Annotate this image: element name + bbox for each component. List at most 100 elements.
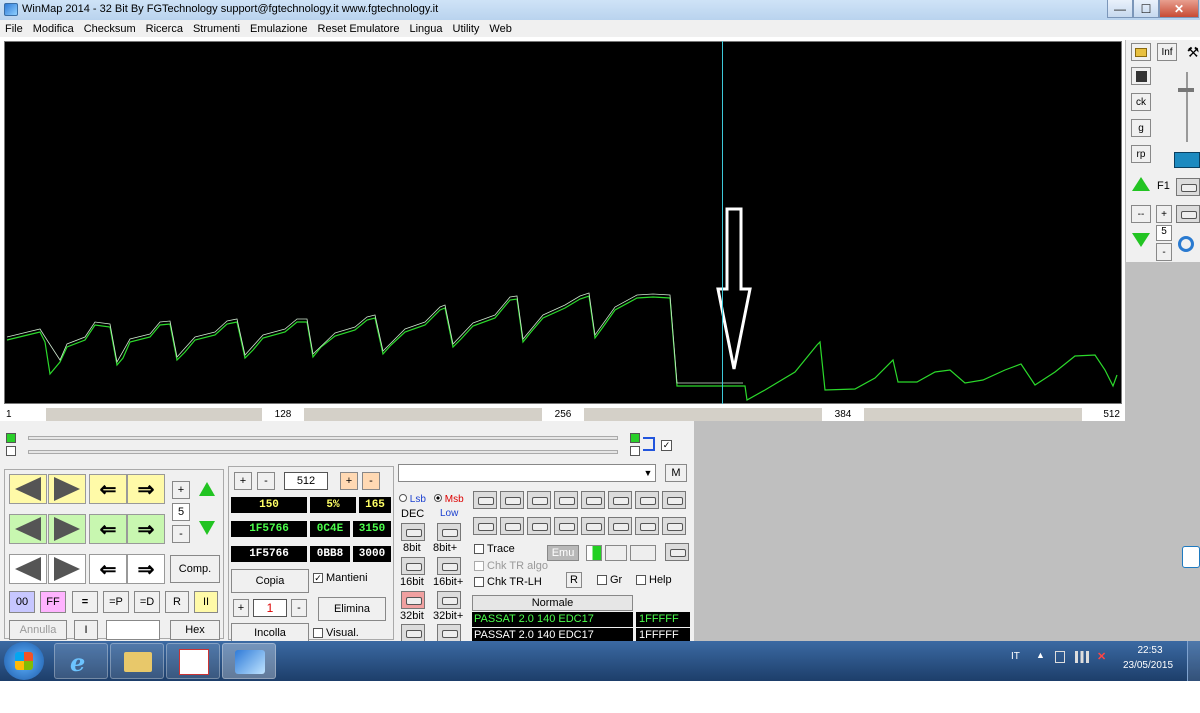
- map-slot-button[interactable]: [581, 517, 605, 535]
- up-triangle-icon[interactable]: [199, 482, 215, 496]
- ck-button[interactable]: ck: [1131, 93, 1151, 111]
- open-folder-button[interactable]: [1131, 43, 1151, 61]
- map-nav-button[interactable]: [1176, 178, 1200, 196]
- file-name-row[interactable]: PASSAT 2.0 140 EDC17: [472, 612, 633, 627]
- keyboard-icon[interactable]: [1174, 152, 1200, 168]
- network-icon[interactable]: [1075, 651, 1089, 663]
- map-slot-button[interactable]: [554, 517, 578, 535]
- shift-left-button[interactable]: ⇐: [89, 474, 127, 504]
- map-slot-button[interactable]: [473, 491, 497, 509]
- offset-field[interactable]: 1: [253, 599, 287, 617]
- link-checkbox[interactable]: ✓: [661, 440, 672, 451]
- menu-checksum[interactable]: Checksum: [79, 23, 141, 35]
- map-slot-button[interactable]: [527, 517, 551, 535]
- trace-checkbox[interactable]: Trace: [474, 543, 515, 555]
- step-field[interactable]: 5: [172, 503, 190, 521]
- vertical-slider[interactable]: [1186, 72, 1188, 142]
- minimize-button[interactable]: —: [1107, 0, 1133, 18]
- map-slot-button[interactable]: [527, 491, 551, 509]
- clock-time[interactable]: 22:53: [1124, 645, 1176, 656]
- save-button[interactable]: [1131, 67, 1151, 85]
- shift-left-green-button[interactable]: ⇐: [89, 514, 127, 544]
- move-right-green-button[interactable]: [48, 514, 86, 544]
- menu-strumenti[interactable]: Strumenti: [188, 23, 245, 35]
- volume-muted-icon[interactable]: ✕: [1097, 650, 1111, 664]
- pause-button[interactable]: II: [194, 591, 218, 613]
- bit-16-button[interactable]: [401, 557, 425, 575]
- map-slot-button[interactable]: [608, 491, 632, 509]
- chk-tr-algo-checkbox[interactable]: Chk TR algo: [474, 560, 548, 572]
- menu-modifica[interactable]: Modifica: [28, 23, 79, 35]
- step-field[interactable]: 5: [1156, 225, 1172, 241]
- m-button[interactable]: M: [665, 464, 687, 482]
- file-name-row[interactable]: PASSAT 2.0 140 EDC17: [472, 628, 633, 641]
- menu-reset-emulatore[interactable]: Reset Emulatore: [313, 23, 405, 35]
- bit-8plus-button[interactable]: [437, 523, 461, 541]
- menu-emulazione[interactable]: Emulazione: [245, 23, 312, 35]
- equal-p-button[interactable]: =P: [103, 591, 129, 613]
- map-slot-button[interactable]: [662, 517, 686, 535]
- emu-button[interactable]: Emu: [547, 545, 579, 561]
- taskbar-explorer[interactable]: [110, 643, 164, 679]
- map-slot-button[interactable]: [608, 517, 632, 535]
- map-slot-button[interactable]: [635, 491, 659, 509]
- bit-64plus-button[interactable]: [437, 624, 461, 642]
- move-left-green-button[interactable]: [9, 514, 47, 544]
- g-button[interactable]: g: [1131, 119, 1151, 137]
- menu-file[interactable]: File: [0, 23, 28, 35]
- taskbar-ie[interactable]: e: [54, 643, 108, 679]
- graph-cursor[interactable]: [722, 41, 723, 404]
- set-00-button[interactable]: 00: [9, 591, 35, 613]
- set-ff-button[interactable]: FF: [40, 591, 66, 613]
- comp-button[interactable]: Comp.: [170, 555, 220, 583]
- close-button[interactable]: ✕: [1159, 0, 1199, 18]
- map-width-field[interactable]: 512: [284, 472, 328, 490]
- clock-date[interactable]: 23/05/2015: [1118, 660, 1178, 671]
- map-slot-button[interactable]: [665, 543, 689, 561]
- equal-d-button[interactable]: =D: [134, 591, 160, 613]
- minus-button[interactable]: -: [1156, 243, 1172, 261]
- equal-button[interactable]: =: [72, 591, 98, 613]
- rp-button[interactable]: rp: [1131, 145, 1151, 163]
- show-desktop-button[interactable]: [1187, 641, 1200, 681]
- inf-button[interactable]: Inf: [1157, 43, 1177, 61]
- map-slot-button[interactable]: [635, 517, 659, 535]
- bit-32-button[interactable]: [401, 591, 425, 609]
- tray-expand-icon[interactable]: ▲: [1036, 650, 1045, 660]
- width-minus-button[interactable]: -: [257, 472, 275, 490]
- value-input[interactable]: [106, 620, 160, 640]
- taskbar-winmap[interactable]: [222, 643, 276, 679]
- map-slot-button[interactable]: [662, 491, 686, 509]
- teamviewer-icon[interactable]: [1182, 546, 1200, 568]
- dash-button[interactable]: --: [1131, 205, 1151, 223]
- bit-64-button[interactable]: [401, 624, 425, 642]
- menu-ricerca[interactable]: Ricerca: [141, 23, 188, 35]
- bit-16plus-button[interactable]: [437, 557, 461, 575]
- plus-button[interactable]: +: [1156, 205, 1172, 223]
- tools-icon[interactable]: ⚒: [1183, 43, 1200, 61]
- move-left-white-button[interactable]: [9, 554, 47, 584]
- annulla-button[interactable]: Annulla: [9, 620, 67, 640]
- language-indicator[interactable]: IT: [1011, 651, 1020, 662]
- down-triangle-icon[interactable]: [1132, 233, 1150, 247]
- lsb-radio[interactable]: Lsb: [399, 494, 426, 505]
- col-minus-button[interactable]: -: [362, 472, 380, 490]
- menu-web[interactable]: Web: [484, 23, 516, 35]
- map-slot-button[interactable]: [473, 517, 497, 535]
- move-left-button[interactable]: [9, 474, 47, 504]
- elimina-button[interactable]: Elimina: [318, 597, 386, 621]
- shift-right-green-button[interactable]: ⇒: [127, 514, 165, 544]
- menu-lingua[interactable]: Lingua: [404, 23, 447, 35]
- offset-plus-button[interactable]: +: [233, 599, 249, 617]
- taskbar-app-hex[interactable]: [166, 643, 220, 679]
- decrease-button[interactable]: -: [172, 525, 190, 543]
- shift-right-button[interactable]: ⇒: [127, 474, 165, 504]
- r-button[interactable]: R: [165, 591, 189, 613]
- msb-radio[interactable]: Msb: [434, 494, 464, 505]
- gr-checkbox[interactable]: Gr: [597, 574, 622, 586]
- bit-8-button[interactable]: [401, 523, 425, 541]
- start-button[interactable]: [4, 642, 44, 680]
- i-button[interactable]: I: [74, 620, 98, 640]
- slider-top[interactable]: [28, 436, 618, 440]
- move-right-button[interactable]: [48, 474, 86, 504]
